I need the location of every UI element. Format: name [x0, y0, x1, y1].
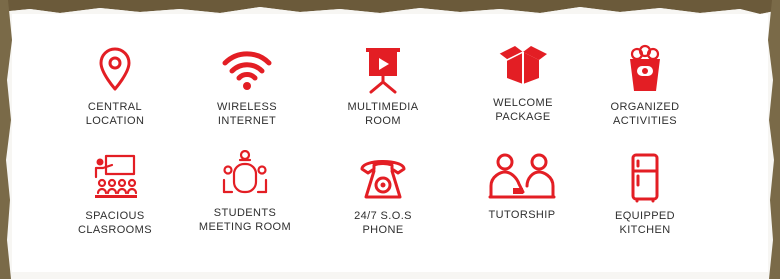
- feature-central-location: CENTRAL LOCATION: [50, 44, 180, 128]
- feature-welcome-package: WELCOME PACKAGE: [458, 40, 588, 124]
- feature-label: ORGANIZED ACTIVITIES: [610, 101, 680, 127]
- feature-label: SPACIOUS CLASROOMS: [78, 210, 152, 236]
- tutor-icon: [488, 153, 556, 199]
- feature-equipped-kitchen: EQUIPPED KITCHEN: [580, 153, 710, 237]
- feature-label: MULTIMEDIA ROOM: [347, 101, 419, 127]
- feature-label: STUDENTS MEETING ROOM: [198, 207, 292, 233]
- open-box-icon: [498, 46, 547, 84]
- feature-label: TUTORSHIP: [488, 209, 556, 221]
- feature-label: EQUIPPED KITCHEN: [614, 210, 676, 236]
- feature-sos-phone: 24/7 S.O.S PHONE: [318, 153, 448, 237]
- features-grid: CENTRAL LOCATION WIRELESS INTERNET MULTI…: [0, 0, 780, 279]
- feature-multimedia-room: MULTIMEDIA ROOM: [318, 44, 448, 128]
- feature-spacious-classrooms: SPACIOUS CLASROOMS: [50, 153, 180, 237]
- popcorn-icon: [630, 44, 660, 91]
- feature-organized-activities: ORGANIZED ACTIVITIES: [580, 44, 710, 128]
- meeting-table-icon: [222, 150, 268, 194]
- feature-label: 24/7 S.O.S PHONE: [354, 210, 412, 236]
- feature-label: CENTRAL LOCATION: [85, 101, 145, 127]
- feature-students-meeting-room: STUDENTS MEETING ROOM: [180, 150, 310, 234]
- fridge-icon: [631, 153, 659, 203]
- map-pin-icon: [99, 47, 131, 91]
- amenities-banner: CENTRAL LOCATION WIRELESS INTERNET MULTI…: [0, 0, 780, 279]
- projector-screen-icon: [366, 48, 400, 94]
- wifi-icon: [222, 51, 272, 90]
- feature-tutorship: TUTORSHIP: [457, 152, 587, 222]
- feature-wireless-internet: WIRELESS INTERNET: [182, 44, 312, 128]
- classroom-icon: [94, 154, 138, 198]
- feature-label: WELCOME PACKAGE: [493, 97, 553, 123]
- telephone-icon: [360, 160, 406, 199]
- feature-label: WIRELESS INTERNET: [216, 101, 278, 127]
